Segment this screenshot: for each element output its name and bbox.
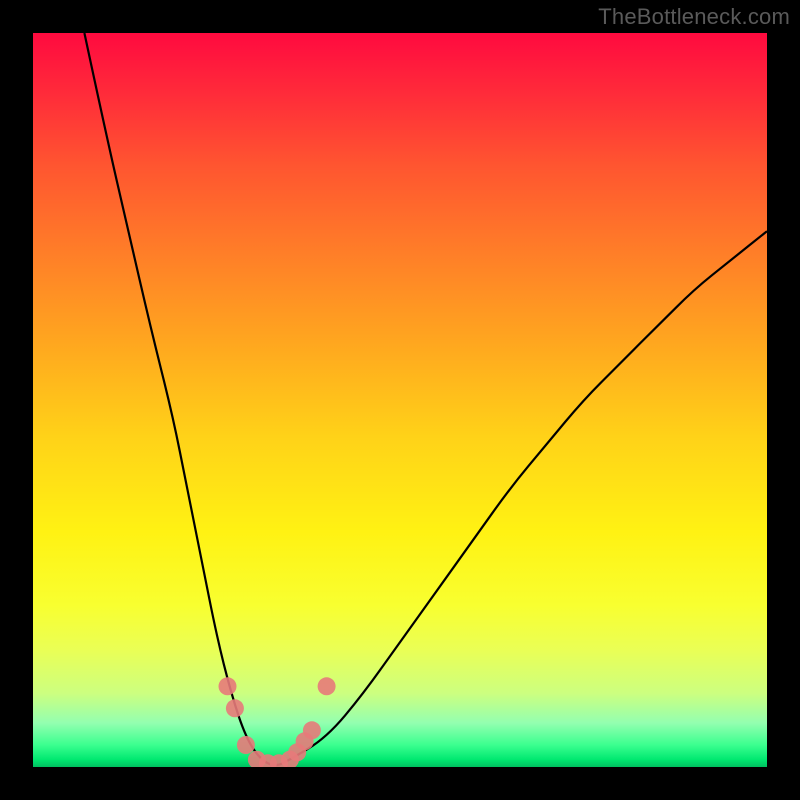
curve-markers xyxy=(219,677,336,767)
curve-marker xyxy=(303,721,321,739)
bottleneck-curve xyxy=(33,33,767,767)
plot-area xyxy=(33,33,767,767)
chart-frame: TheBottleneck.com xyxy=(0,0,800,800)
watermark-text: TheBottleneck.com xyxy=(598,4,790,30)
curve-marker xyxy=(219,677,237,695)
curve-marker xyxy=(226,699,244,717)
curve-marker xyxy=(318,677,336,695)
curve-marker xyxy=(237,736,255,754)
curve-path xyxy=(84,33,767,765)
